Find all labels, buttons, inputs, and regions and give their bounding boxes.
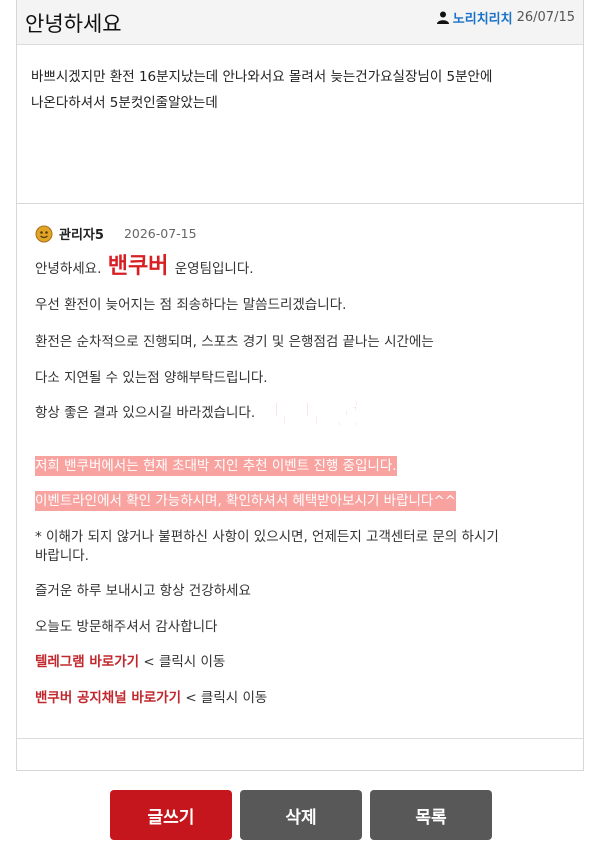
admin-name: 관리자5 bbox=[59, 228, 104, 243]
reply-note: * 이해가 되지 않거나 불편하신 사항이 있으시면, 언제든지 고객센터로 문… bbox=[35, 529, 499, 545]
user-icon bbox=[436, 11, 449, 24]
brand-name: 밴쿠버 bbox=[107, 254, 169, 279]
link-suffix: < 클릭시 이동 bbox=[185, 690, 268, 706]
reply-line: 항상 좋은 결과 있으시길 바라겠습니다. bbox=[35, 405, 256, 421]
reply-closing: 즐거운 하루 보내시고 항상 건강하세요 bbox=[35, 583, 251, 599]
write-button[interactable]: 글쓰기 bbox=[110, 790, 232, 840]
event-highlight-text: 저희 밴쿠버에서는 현재 초대박 지인 추천 이벤트 진행 중입니다. bbox=[35, 456, 397, 476]
notice-channel-link[interactable]: 밴쿠버 공지채널 바로가기 bbox=[35, 690, 181, 706]
reply-line: 환전은 순차적으로 진행되며, 스포츠 경기 및 은행점검 끝나는 시간에는 bbox=[35, 334, 434, 350]
event-highlight: 이벤트라인에서 확인 가능하시며, 확인하셔서 혜택받아보시기 바랍니다^^ bbox=[35, 489, 456, 511]
greeting-post: 운영팀입니다. bbox=[174, 261, 254, 277]
reply-header: 관리자5 2026-07-15 bbox=[35, 224, 197, 243]
reply-closing: 오늘도 방문해주셔서 감사합니다 bbox=[35, 619, 218, 635]
post-body: 바쁘시겠지만 환전 16분지났는데 안나와서요 몰려서 늦는건가요실장님이 5분… bbox=[31, 64, 571, 116]
telegram-link-row: 텔레그램 바로가기 < 클릭시 이동 bbox=[35, 650, 225, 670]
admin-badge-icon bbox=[35, 225, 53, 242]
event-highlight: 저희 밴쿠버에서는 현재 초대박 지인 추천 이벤트 진행 중입니다. bbox=[35, 454, 397, 476]
post-meta: 노리치리치 26/07/15 bbox=[436, 8, 575, 27]
post-card: 안녕하세요 노리치리치 26/07/15 바쁘시겠지만 환전 16분지났는데 안… bbox=[16, 0, 584, 204]
reply-note: 바랍니다. bbox=[35, 548, 89, 564]
reply-greeting: 안녕하세요. 밴쿠버 운영팀입니다. bbox=[35, 248, 254, 280]
post-body-line: 바쁘시겠지만 환전 16분지났는데 안나와서요 몰려서 늦는건가요실장님이 5분… bbox=[31, 69, 493, 85]
link-suffix: < 클릭시 이동 bbox=[143, 654, 226, 670]
post-body-line: 나온다하셔서 5분컷인줄알았는데 bbox=[31, 95, 218, 111]
notice-channel-link-row: 밴쿠버 공지채널 바로가기 < 클릭시 이동 bbox=[35, 686, 267, 706]
post-author[interactable]: 노리치리치 bbox=[453, 8, 513, 27]
reply-line: 다소 지연될 수 있는점 양해부탁드립니다. bbox=[35, 370, 268, 386]
post-title: 안녕하세요 bbox=[25, 12, 122, 36]
post-header: 안녕하세요 노리치리치 26/07/15 bbox=[17, 0, 583, 45]
action-buttons: 글쓰기 삭제 목록 bbox=[110, 790, 492, 840]
telegram-link[interactable]: 텔레그램 바로가기 bbox=[35, 654, 139, 670]
divider bbox=[17, 738, 583, 739]
post-date: 26/07/15 bbox=[516, 10, 575, 25]
watermark: 토토콩 bbox=[269, 395, 365, 435]
greeting-pre: 안녕하세요. bbox=[35, 261, 102, 277]
reply-card: 관리자5 2026-07-15 안녕하세요. 밴쿠버 운영팀입니다. 우선 환전… bbox=[16, 203, 584, 771]
list-button[interactable]: 목록 bbox=[370, 790, 492, 840]
delete-button[interactable]: 삭제 bbox=[240, 790, 362, 840]
reply-line: 우선 환전이 늦어지는 점 죄송하다는 말씀드리겠습니다. bbox=[35, 297, 347, 313]
reply-date: 2026-07-15 bbox=[123, 226, 197, 241]
event-highlight-text: 이벤트라인에서 확인 가능하시며, 확인하셔서 혜택받아보시기 바랍니다^^ bbox=[35, 491, 456, 511]
